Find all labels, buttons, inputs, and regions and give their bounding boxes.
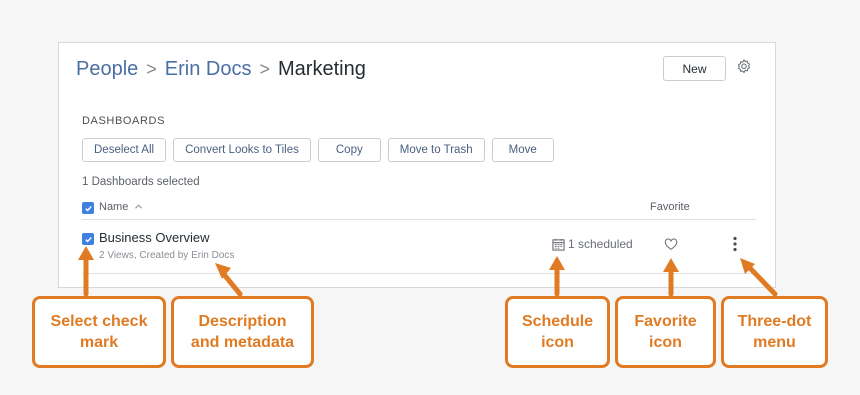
callout-favorite: Favorite icon [615, 296, 716, 368]
callout-select-check: Select check mark [32, 296, 166, 368]
arrowhead-schedule [549, 256, 565, 270]
callout-three-dot: Three-dot menu [721, 296, 828, 368]
callout-schedule: Schedule icon [505, 296, 610, 368]
arrow-menu [745, 263, 778, 297]
arrowhead-favorite [663, 258, 679, 272]
arrowhead-checkbox [78, 246, 94, 260]
callout-description: Description and metadata [171, 296, 314, 368]
